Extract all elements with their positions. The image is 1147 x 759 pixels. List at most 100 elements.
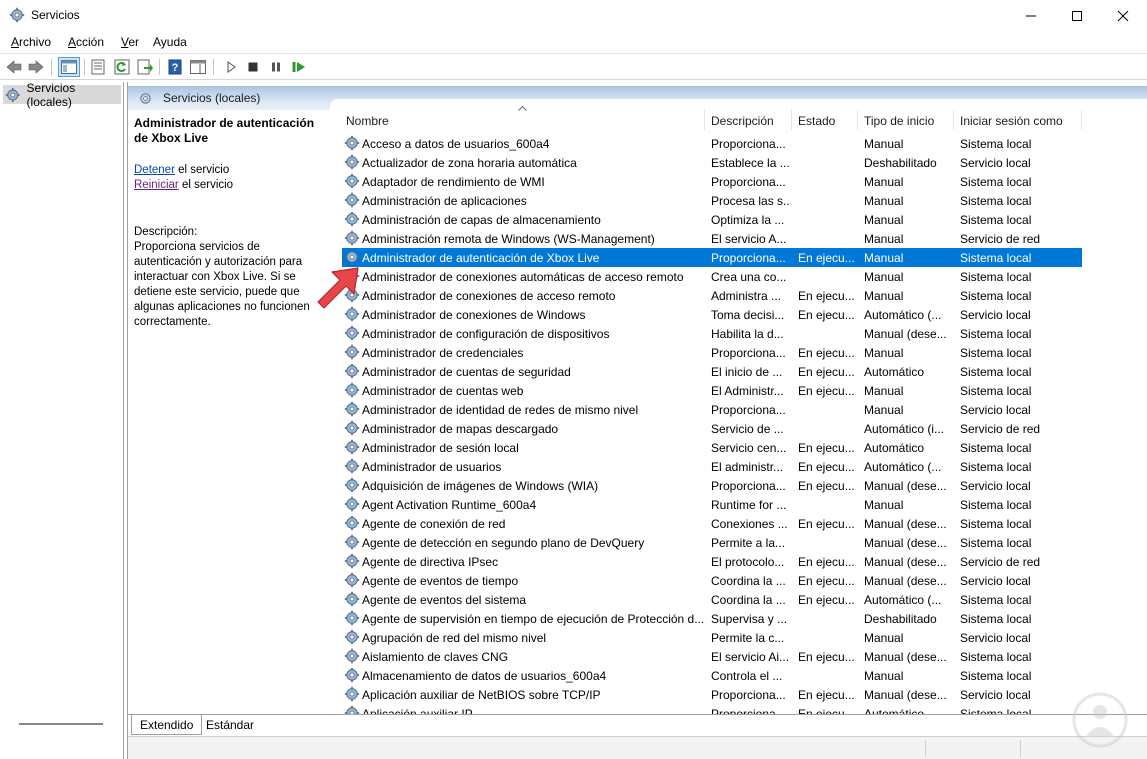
service-gear-icon [344,382,360,398]
help-button[interactable]: ? [166,58,184,76]
services-list: Nombre Descripción Estado Tipo de inicio… [330,99,1147,716]
tree-item-label: Servicios (locales) [26,80,76,109]
pause-service-button[interactable] [267,58,285,76]
table-row[interactable]: Acceso a datos de usuarios_600a4 Proporci… [342,134,1082,153]
cell-logon-as: Sistema local [960,251,1032,265]
export-list-icon [137,59,153,75]
column-header-description[interactable]: Descripción [711,99,791,128]
cell-name: Agente de eventos del sistema [362,593,527,607]
service-gear-icon [344,629,360,645]
table-row[interactable]: Administrador de configuración de dispos… [342,324,1082,343]
cell-description: Crea una co... [711,270,787,284]
cell-description: Toma decisi... [711,308,785,322]
cell-logon-as: Sistema local [960,517,1032,531]
menu-archivo[interactable]: Archivo [11,35,51,49]
service-gear-icon [344,135,360,151]
back-button[interactable] [5,58,23,76]
menu-ver[interactable]: Ver [121,35,139,49]
table-row[interactable]: Adquisición de imágenes de Windows (WIA)… [342,476,1082,495]
svg-text:?: ? [172,62,179,74]
column-header-startup-type[interactable]: Tipo de inicio [864,99,952,128]
table-row[interactable]: Aislamiento de claves CNG El servicio Ai.… [342,647,1082,666]
table-row[interactable]: Almacenamiento de datos de usuarios_600a… [342,666,1082,685]
table-row[interactable]: Administrador de conexiones automáticas … [342,267,1082,286]
cell-name: Adquisición de imágenes de Windows (WIA) [362,479,599,493]
table-row[interactable]: Administración de capas de almacenamient… [342,210,1082,229]
table-row[interactable]: Actualizador de zona horaria automática E… [342,153,1082,172]
cell-logon-as: Sistema local [960,213,1032,227]
cell-startup-type: Manual [864,384,904,398]
stop-service-link[interactable]: Detener [134,164,175,176]
table-row[interactable]: Administrador de conexiones de Windows To… [342,305,1082,324]
column-separator[interactable] [704,110,705,130]
restart-service-button[interactable] [290,58,308,76]
column-header-logon-as[interactable]: Iniciar sesión como [960,99,1080,128]
status-bar [128,736,1147,759]
cell-name: Administración de capas de almacenamient… [362,213,601,227]
table-row[interactable]: Administración de aplicaciones Procesa la… [342,191,1082,210]
cell-startup-type: Automático (... [864,460,942,474]
cell-name: Aplicación auxiliar de NetBIOS sobre TCP… [362,688,601,702]
service-gear-icon [344,401,360,417]
table-row-selected[interactable]: Administrador de autenticación de Xbox L… [342,248,1082,267]
table-row[interactable]: Agrupación de red del mismo nivel Permite… [342,628,1082,647]
table-row[interactable]: Agent Activation Runtime_600a4 Runtime fo… [342,495,1082,514]
service-gear-icon [344,686,360,702]
maximize-button[interactable] [1054,0,1100,31]
table-row[interactable]: Administrador de usuarios El administr...… [342,457,1082,476]
table-row[interactable]: Administrador de conexiones de acceso re… [342,286,1082,305]
forward-button[interactable] [27,58,45,76]
minimize-button[interactable] [1008,0,1054,31]
table-row[interactable]: Agente de eventos del sistema Coordina la… [342,590,1082,609]
description-label: Descripción: [134,226,198,238]
tree-horizontal-scrollbar[interactable] [19,723,103,725]
column-separator[interactable] [1081,110,1082,130]
column-header-name[interactable]: Nombre [346,99,696,128]
table-row[interactable]: Agente de detección en segundo plano de … [342,533,1082,552]
properties-button[interactable] [89,58,107,76]
title-bar: Servicios [0,0,1147,31]
export-list-button[interactable] [136,58,154,76]
table-row[interactable]: Administrador de mapas descargado Servici… [342,419,1082,438]
column-header-state[interactable]: Estado [798,99,858,128]
menu-ayuda[interactable]: Ayuda [153,35,187,49]
column-separator[interactable] [791,110,792,130]
column-separator[interactable] [953,110,954,130]
menu-mnemonic: A [68,35,77,49]
table-row[interactable]: Administrador de cuentas web El Administr… [342,381,1082,400]
show-action-pane-button[interactable] [189,58,207,76]
tab-standard[interactable]: Estándar [198,715,262,735]
table-row[interactable]: Administración remota de Windows (WS-Man… [342,229,1082,248]
table-row[interactable]: Agente de eventos de tiempo Coordina la .… [342,571,1082,590]
services-gear-icon [9,7,25,23]
cell-description: Procesa las s... [711,194,791,208]
menu-accion[interactable]: Acción [68,35,104,49]
table-row[interactable]: Adaptador de rendimiento de WMI Proporcio… [342,172,1082,191]
annotation-arrow-icon [317,267,359,309]
start-service-button[interactable] [222,58,240,76]
help-icon: ? [168,59,182,75]
table-row[interactable]: Agente de conexión de red Conexiones ... E… [342,514,1082,533]
tab-extended[interactable]: Extendido [131,715,203,735]
cell-logon-as: Sistema local [960,194,1032,208]
cell-name: Almacenamiento de datos de usuarios_600a… [362,669,607,683]
cell-state: En ejecu... [798,517,855,531]
show-hide-console-tree-button[interactable] [58,57,80,77]
refresh-button[interactable] [113,58,131,76]
table-row[interactable]: Agente de directiva IPsec El protocolo...… [342,552,1082,571]
cell-name: Administrador de credenciales [362,346,524,360]
refresh-icon [114,59,130,75]
cell-logon-as: Servicio de red [960,232,1041,246]
table-row[interactable]: Agente de supervisión en tiempo de ejecu… [342,609,1082,628]
column-separator[interactable] [857,110,858,130]
table-row[interactable]: Administrador de cuentas de seguridad El … [342,362,1082,381]
tree-item-services-local[interactable]: Servicios (locales) [3,81,121,109]
table-row[interactable]: Administrador de sesión local Servicio ce… [342,438,1082,457]
close-button[interactable] [1100,0,1146,31]
table-row[interactable]: Administrador de identidad de redes de m… [342,400,1082,419]
restart-service-link[interactable]: Reiniciar [134,179,179,191]
table-row[interactable]: Administrador de credenciales Proporciona… [342,343,1082,362]
stop-service-button[interactable] [244,58,262,76]
service-gear-icon [344,534,360,550]
table-row[interactable]: Aplicación auxiliar de NetBIOS sobre TCP… [342,685,1082,704]
